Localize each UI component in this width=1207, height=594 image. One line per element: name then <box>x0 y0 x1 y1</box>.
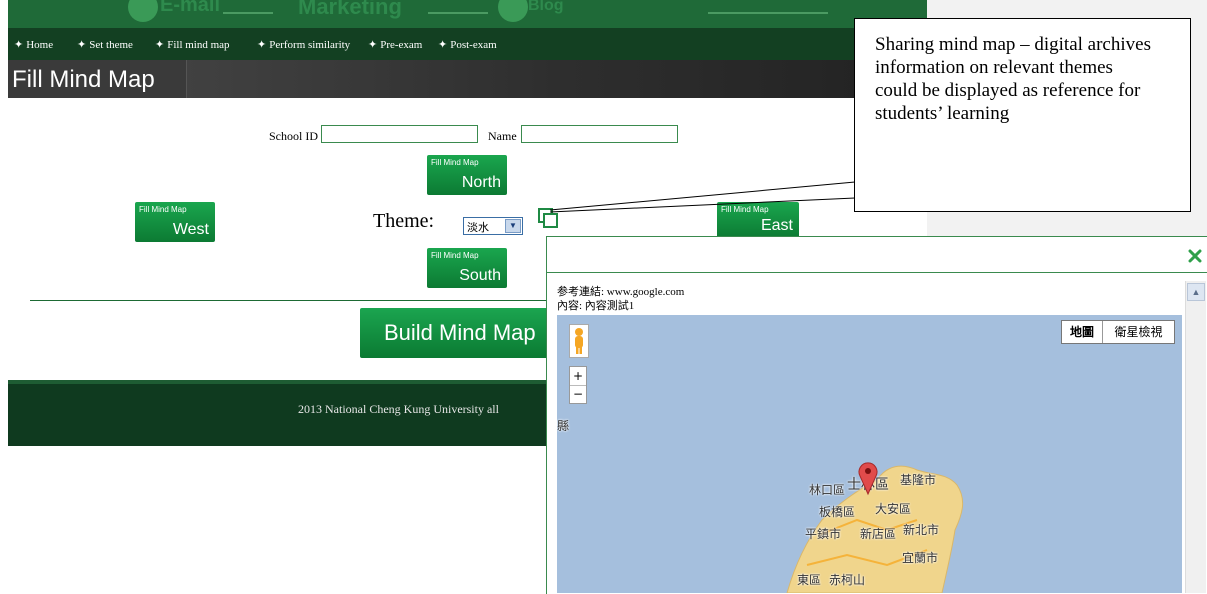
west-button-caption: Fill Mind Map <box>139 205 187 214</box>
callout-pointer <box>549 181 856 213</box>
nav-fill-mind-map[interactable]: ✦ Fill mind map <box>155 38 230 51</box>
map-type-control: 地圖 衛星檢視 <box>1061 320 1175 344</box>
nav-set-theme-label: Set theme <box>89 39 133 51</box>
close-icon[interactable] <box>1188 249 1202 263</box>
page-title: Fill Mind Map <box>12 66 155 93</box>
north-button-label: North <box>461 174 501 191</box>
name-input[interactable] <box>521 125 678 143</box>
banner-divider <box>708 12 828 14</box>
star-icon: ✦ <box>155 39 165 51</box>
nav-home-label: Home <box>26 39 54 51</box>
star-icon: ✦ <box>368 39 378 51</box>
nav-perform-similarity-label: Perform similarity <box>269 39 351 51</box>
north-button[interactable]: Fill Mind Map North <box>427 155 507 195</box>
google-map[interactable]: 縣 林口區 士林區 基隆市 板橋區 大安區 平鎮市 新店區 新北市 宜蘭市 東區… <box>557 315 1182 593</box>
popup-scrollbar[interactable] <box>1185 281 1206 593</box>
nav-perform-similarity[interactable]: ✦ Perform similarity <box>257 38 350 51</box>
blog-icon <box>498 0 528 22</box>
map-label: 平鎮市 <box>805 527 842 541</box>
banner-divider <box>223 12 273 14</box>
scroll-up-icon[interactable]: ▲ <box>1187 283 1205 301</box>
footer-copyright: 2013 National Cheng Kung University all <box>298 402 499 416</box>
map-label: 東區 <box>797 573 822 587</box>
nav-pre-exam[interactable]: ✦ Pre-exam <box>368 38 422 51</box>
west-button-label: West <box>172 221 209 238</box>
theme-select[interactable]: 淡水 ▼ <box>463 217 523 235</box>
star-icon: ✦ <box>257 39 267 51</box>
nav-pre-exam-label: Pre-exam <box>380 39 423 51</box>
banner-item-marketing: Marketing <box>298 0 402 19</box>
theme-select-value: 淡水 <box>467 221 489 234</box>
north-button-caption: Fill Mind Map <box>431 158 479 167</box>
nav-set-theme[interactable]: ✦ Set theme <box>77 38 133 51</box>
south-button-caption: Fill Mind Map <box>431 251 479 260</box>
map-type-satellite[interactable]: 衛星檢視 <box>1103 321 1174 343</box>
popup-divider <box>546 272 1207 273</box>
annotation-text: Sharing mind map – digital archives info… <box>875 34 1151 124</box>
map-land <box>786 465 964 593</box>
banner-divider <box>428 12 488 14</box>
build-mind-map-label: Build Mind Map <box>384 320 536 345</box>
nav-bar: ✦ Home ✦ Set theme ✦ Fill mind map ✦ Perform… <box>8 28 927 60</box>
header-banner: E-mail Marketing Blog <box>8 0 927 28</box>
star-icon: ✦ <box>438 39 448 51</box>
map-marker-icon[interactable] <box>855 460 881 496</box>
star-icon: ✦ <box>14 39 24 51</box>
map-label: 新店區 <box>860 527 897 541</box>
map-type-map[interactable]: 地圖 <box>1062 321 1103 343</box>
theme-label: Theme: <box>373 210 435 232</box>
reference-content: 內容: 內容測試1 <box>557 300 635 312</box>
map-label: 赤柯山 <box>829 573 866 587</box>
nav-home[interactable]: ✦ Home <box>14 38 53 51</box>
map-label: 基隆市 <box>900 473 937 487</box>
banner-item-email: E-mail <box>160 0 221 16</box>
south-button-label: South <box>459 267 501 284</box>
build-mind-map-button[interactable]: Build Mind Map <box>360 308 560 358</box>
name-label: Name <box>488 129 517 143</box>
school-id-label: School ID <box>269 129 318 143</box>
zoom-control: + − <box>569 366 587 404</box>
nav-post-exam-label: Post-exam <box>450 39 497 51</box>
map-label: 林口區 <box>809 483 846 497</box>
banner-item-blog: Blog <box>528 0 564 14</box>
pegman-icon[interactable] <box>569 324 589 358</box>
map-label: 縣 <box>557 419 570 433</box>
pegman-figure <box>575 328 583 354</box>
nav-post-exam[interactable]: ✦ Post-exam <box>438 38 497 51</box>
map-label: 宜蘭市 <box>902 551 939 565</box>
chevron-down-icon: ▼ <box>505 219 521 233</box>
school-id-input[interactable] <box>321 125 478 143</box>
zoom-in-button[interactable]: + <box>570 367 586 386</box>
zoom-out-button[interactable]: − <box>570 386 586 403</box>
map-label: 板橋區 <box>819 505 856 519</box>
annotation-callout: Sharing mind map – digital archives info… <box>854 18 1191 212</box>
star-icon: ✦ <box>77 39 87 51</box>
map-label: 新北市 <box>903 523 940 537</box>
separator-line <box>30 300 550 301</box>
email-icon <box>128 0 158 22</box>
nav-fill-mind-map-label: Fill mind map <box>167 39 230 51</box>
south-button[interactable]: Fill Mind Map South <box>427 248 507 288</box>
map-label: 大安區 <box>875 502 912 516</box>
west-button[interactable]: Fill Mind Map West <box>135 202 215 242</box>
